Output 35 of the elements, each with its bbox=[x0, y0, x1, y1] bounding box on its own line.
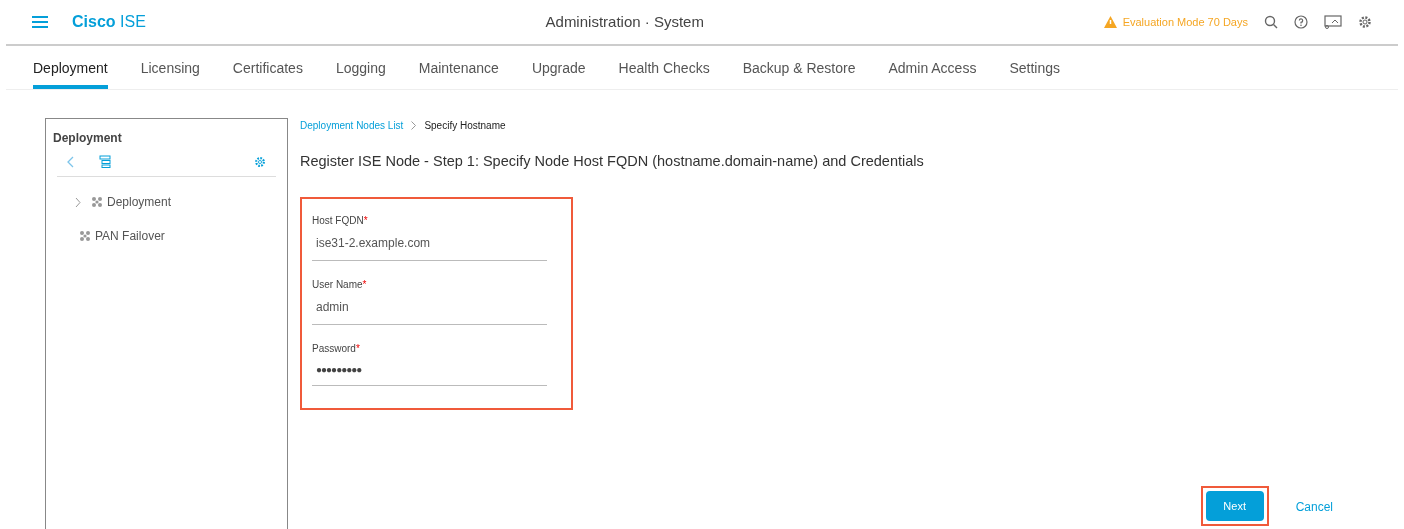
field-label: Host FQDN* bbox=[312, 213, 369, 228]
cluster-icon bbox=[79, 230, 91, 242]
input-field[interactable]: ise31-2.example.com bbox=[312, 227, 547, 261]
tree-item[interactable]: Deployment bbox=[107, 193, 172, 211]
settings-icon[interactable] bbox=[1358, 15, 1372, 29]
nav-tab[interactable]: Backup & Restore bbox=[742, 46, 856, 89]
cluster-icon bbox=[91, 196, 103, 208]
nav-tab[interactable]: Certificates bbox=[232, 46, 303, 89]
panel-title: Deployment bbox=[53, 130, 123, 147]
nav-tab[interactable]: Licensing bbox=[140, 46, 200, 89]
back-icon[interactable] bbox=[67, 155, 75, 168]
menu-icon[interactable] bbox=[32, 16, 48, 28]
nav-tab[interactable]: Logging bbox=[335, 46, 386, 89]
settings-icon[interactable] bbox=[254, 155, 266, 168]
field-label: User Name* bbox=[312, 277, 368, 292]
list-icon[interactable] bbox=[99, 155, 111, 168]
nav-tab[interactable]: Deployment bbox=[33, 46, 108, 89]
input-field[interactable]: admin bbox=[312, 291, 547, 325]
page-heading: Register ISE Node - Step 1: Specify Node Host FQDN (hostname.domain-name) and Credentials bbox=[300, 152, 925, 171]
page-title: Administration · System bbox=[545, 11, 704, 32]
nav-tab[interactable]: Admin Access bbox=[888, 46, 977, 89]
tree-item[interactable]: PAN Failover bbox=[95, 227, 165, 245]
nav-tab[interactable]: Settings bbox=[1009, 46, 1060, 89]
nav-tab[interactable]: Upgrade bbox=[531, 46, 586, 89]
warning-icon bbox=[1103, 16, 1117, 28]
monitor-icon[interactable] bbox=[1324, 15, 1342, 29]
nav-tab[interactable]: Maintenance bbox=[418, 46, 499, 89]
breadcrumb-current: Specify Hostname bbox=[424, 119, 506, 133]
expand-icon[interactable] bbox=[75, 197, 81, 207]
search-icon[interactable] bbox=[1264, 15, 1278, 29]
help-icon[interactable] bbox=[1294, 15, 1308, 29]
field-label: Password* bbox=[312, 341, 361, 356]
chevron-icon bbox=[411, 121, 417, 130]
input-field[interactable]: ●●●●●●●●● bbox=[312, 355, 547, 386]
nav-tab[interactable]: Health Checks bbox=[618, 46, 710, 89]
